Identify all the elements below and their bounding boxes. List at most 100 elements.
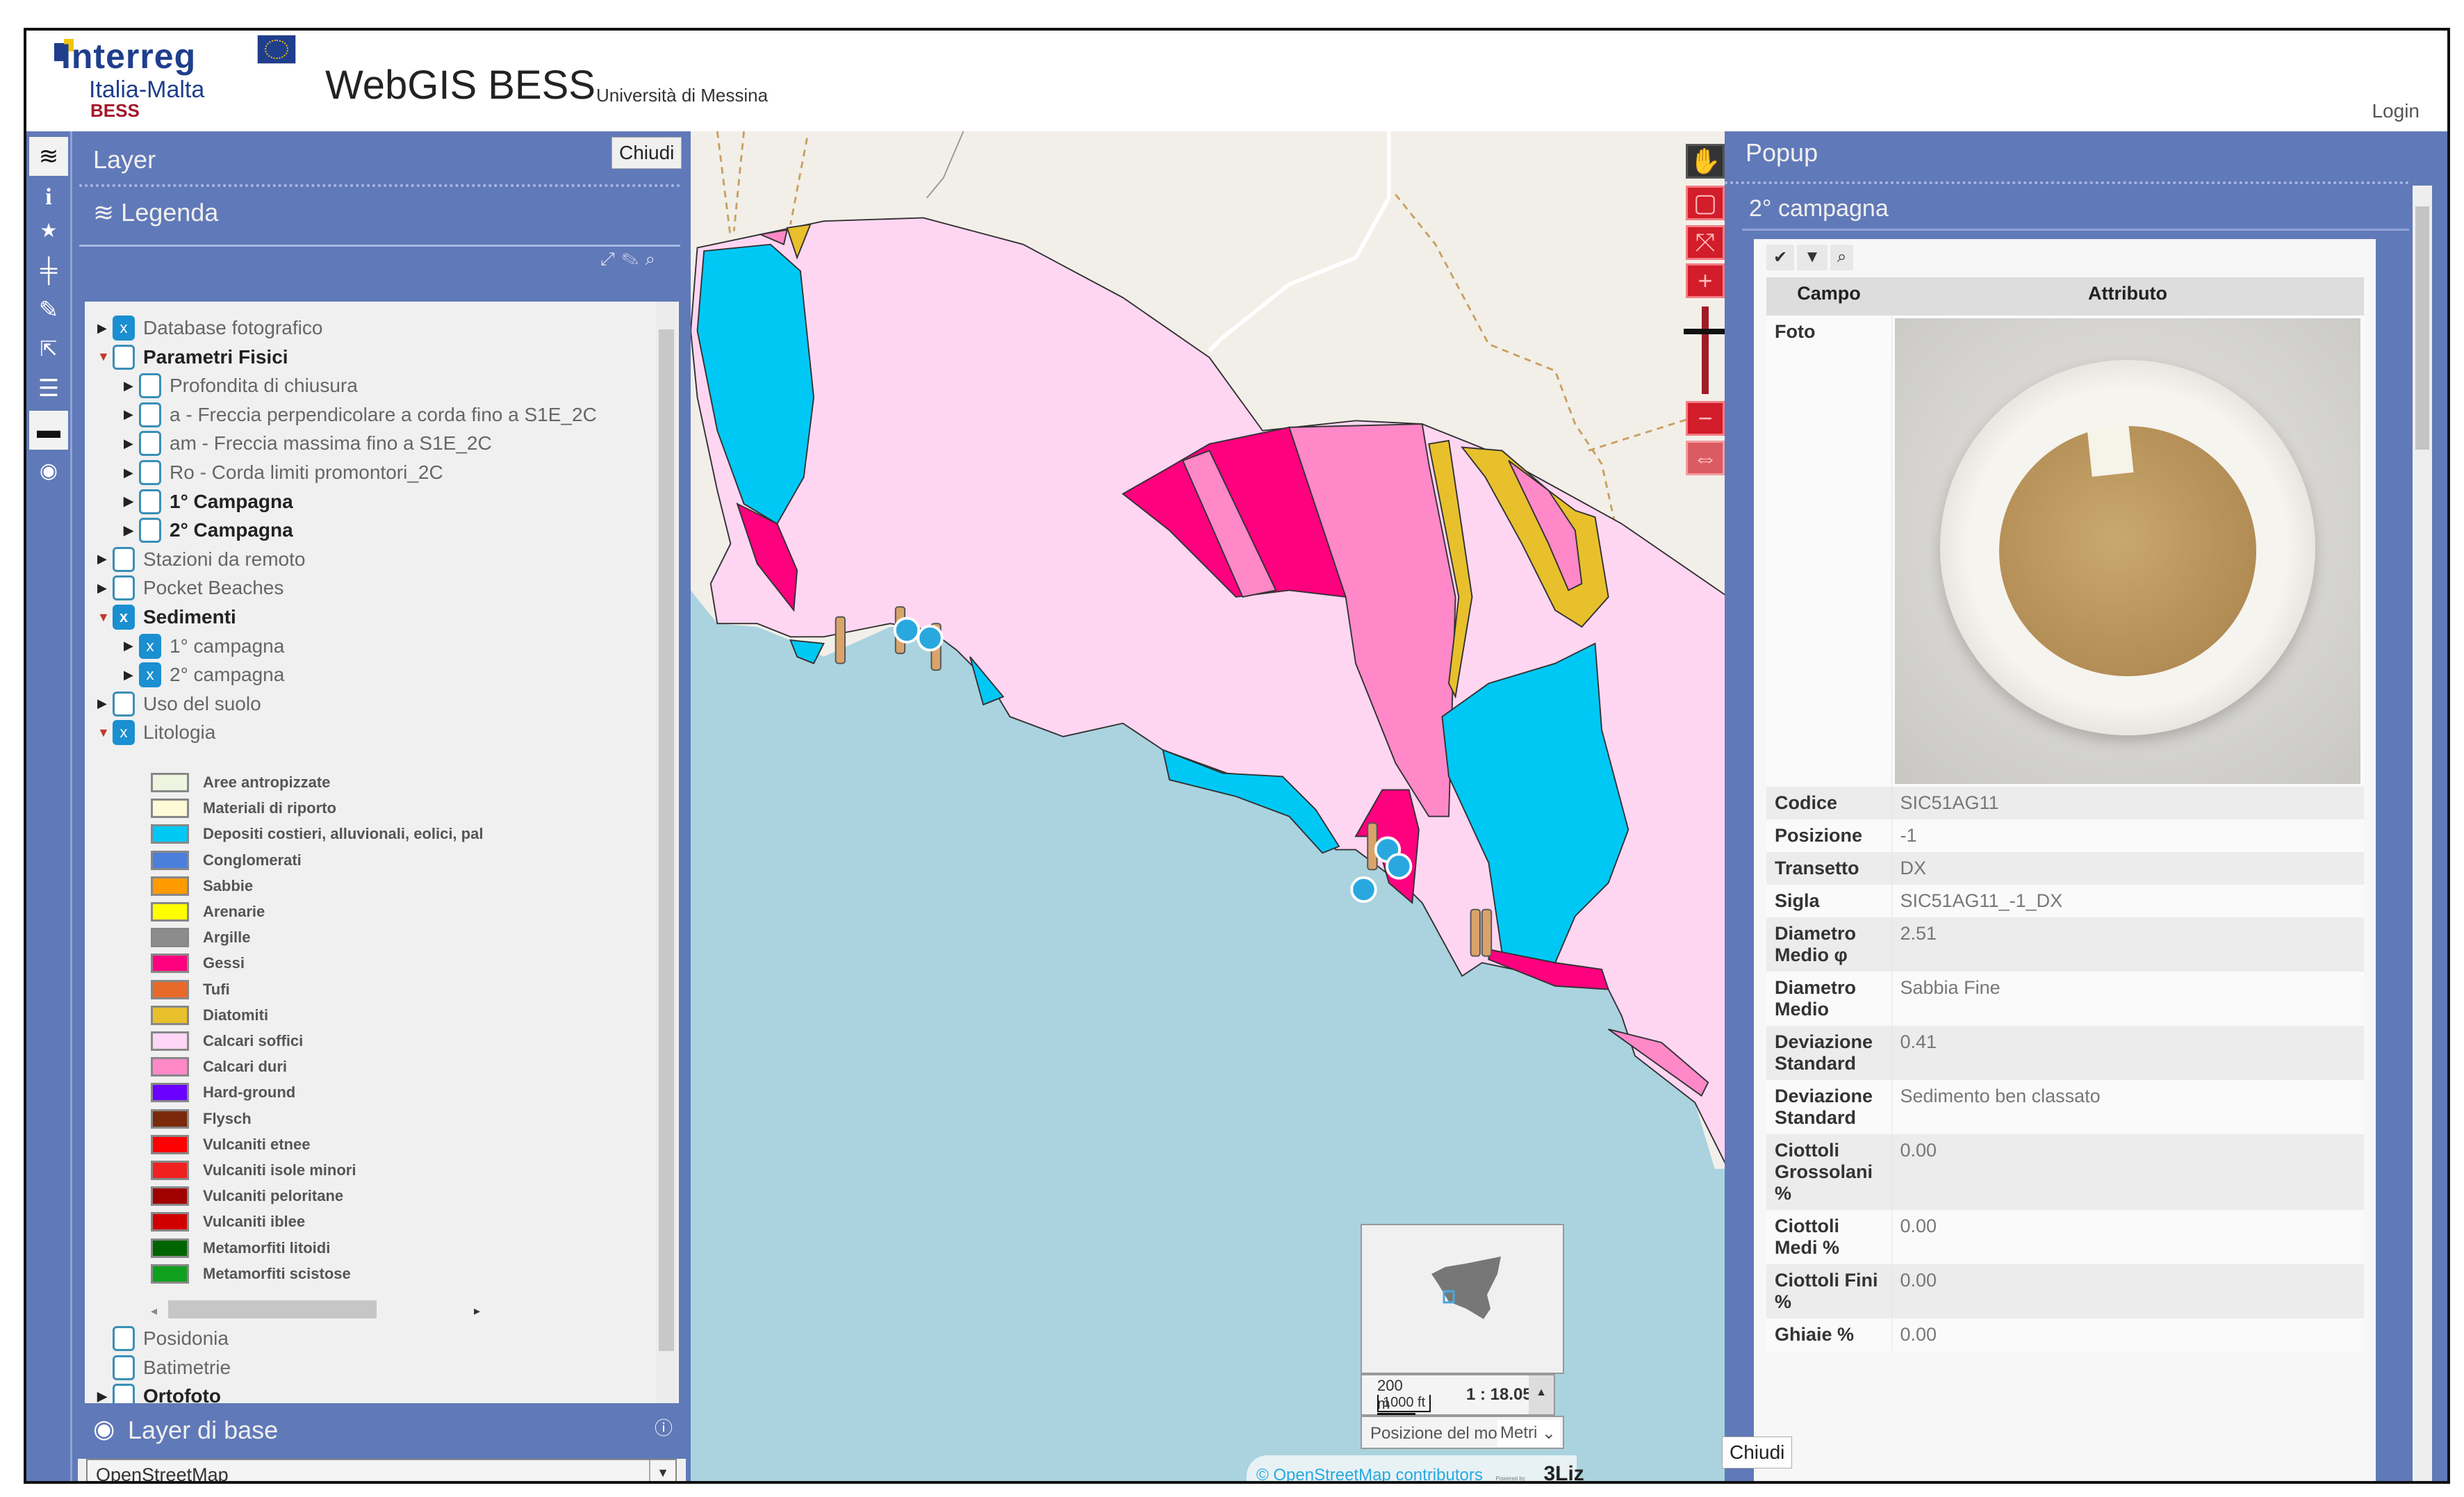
login-link[interactable]: Login xyxy=(2372,100,2420,122)
layer-tree-item[interactable]: ▶ a - Freccia perpendicolare a corda fino… xyxy=(124,401,597,429)
toggle-overview-icon[interactable]: ▲ xyxy=(1529,1375,1554,1414)
zoom-in-icon[interactable]: + xyxy=(1686,263,1725,298)
layer-checkbox[interactable] xyxy=(139,373,161,399)
layer-checkbox[interactable]: x xyxy=(113,720,135,746)
map-svg[interactable] xyxy=(691,131,1725,1484)
layer-tree-item[interactable]: ▶ x 1° campagna xyxy=(124,632,284,660)
star-icon[interactable]: ★ xyxy=(29,216,68,244)
layer-checkbox[interactable] xyxy=(113,1326,135,1351)
zoom-slider[interactable] xyxy=(1702,306,1709,394)
layer-tree-item[interactable]: ▼ Parametri Fisici xyxy=(97,343,288,371)
layer-label: am - Freccia massima fino a S1E_2C xyxy=(170,432,492,455)
caret-right-icon[interactable]: ▶ xyxy=(97,581,113,596)
caret-right-icon[interactable]: ▶ xyxy=(124,523,139,538)
signpost-icon[interactable]: ╪ xyxy=(29,253,68,288)
zoom-slider-handle[interactable] xyxy=(1684,328,1725,334)
horizontal-scrollbar[interactable] xyxy=(168,1300,377,1318)
list-icon[interactable]: ☰ xyxy=(29,371,68,406)
caret-right-icon[interactable]: ▶ xyxy=(124,407,139,422)
scroll-left-icon[interactable]: ◂ xyxy=(151,1304,157,1318)
chevron-down-icon[interactable]: ▼ xyxy=(649,1460,675,1481)
layer-checkbox[interactable] xyxy=(113,691,135,717)
vertical-scrollbar[interactable] xyxy=(656,302,677,1403)
layer-tree-item[interactable]: ▶ am - Freccia massima fino a S1E_2C xyxy=(124,430,492,457)
share-icon[interactable]: ⇱ xyxy=(29,333,68,365)
caret-right-icon[interactable]: ▶ xyxy=(97,696,113,711)
history-icon[interactable]: ⇔ xyxy=(1686,441,1725,475)
layer-tree-item[interactable]: ▶ Profondita di chiusura xyxy=(124,372,358,400)
layer-checkbox[interactable] xyxy=(113,344,135,370)
layer-checkbox[interactable] xyxy=(139,402,161,427)
zoom-extent-icon[interactable]: ⤧ xyxy=(1686,225,1725,260)
layers-icon[interactable]: ≋ xyxy=(29,137,68,176)
layer-checkbox[interactable] xyxy=(113,1384,135,1403)
layer-checkbox[interactable]: x xyxy=(113,316,135,341)
zoom-icon[interactable]: ⌕ xyxy=(1830,245,1854,270)
layer-tree-item[interactable]: ▶ Ro - Corda limiti promontori_2C xyxy=(124,459,443,486)
caret-right-icon[interactable]: ▶ xyxy=(124,436,139,451)
popup-scrollbar[interactable] xyxy=(2413,186,2432,1481)
layer-tree-item[interactable]: ▶ Stazioni da remoto xyxy=(97,546,305,573)
layer-tree-item[interactable]: ▶ Pocket Beaches xyxy=(97,574,284,602)
layer-checkbox[interactable] xyxy=(139,489,161,514)
legend-label: Arenarie xyxy=(203,903,265,920)
scroll-right-icon[interactable]: ▸ xyxy=(474,1304,480,1318)
overview-map[interactable] xyxy=(1361,1224,1564,1374)
layer-checkbox[interactable] xyxy=(113,546,135,572)
layer-tree-item[interactable]: Batimetrie xyxy=(97,1354,231,1382)
base-layer-select[interactable]: OpenStreetMap ▼ xyxy=(86,1459,677,1481)
layer-checkbox[interactable] xyxy=(113,1355,135,1380)
layer-tree-item[interactable]: ▶ 1° Campagna xyxy=(124,488,293,516)
info-icon[interactable]: i xyxy=(29,180,68,215)
close-popup-button[interactable]: Chiudi xyxy=(1722,1437,1793,1469)
caret-down-icon[interactable]: ▼ xyxy=(97,350,113,364)
scrollbar-thumb[interactable] xyxy=(2415,206,2429,450)
zoom-icon[interactable]: ⌕ xyxy=(646,248,663,269)
sediment-photo[interactable] xyxy=(1894,318,2360,784)
layer-tree-item[interactable]: ▶ x Database fotografico xyxy=(97,314,322,342)
layer-tree-item[interactable]: ▶ Ortofoto xyxy=(97,1382,221,1403)
expand-icon[interactable]: ⤢ xyxy=(600,248,622,269)
globe-icon[interactable]: ◉ xyxy=(29,455,68,486)
zoom-box-icon[interactable]: ▢ xyxy=(1686,186,1725,220)
edit-icon[interactable]: ✎ xyxy=(622,248,646,269)
info-icon[interactable]: ⓘ xyxy=(655,1414,673,1440)
camera-marker xyxy=(1350,876,1377,903)
pan-icon[interactable]: ✋ xyxy=(1686,144,1725,179)
layer-checkbox[interactable] xyxy=(113,575,135,601)
layers-icon: ≋ xyxy=(93,198,122,227)
close-layer-panel-button[interactable]: Chiudi xyxy=(611,137,682,169)
layer-tree-item[interactable]: ▶ Uso del suolo xyxy=(97,690,261,718)
layer-tree-item[interactable]: ▼ x Sedimenti xyxy=(97,603,236,631)
layer-tree-item[interactable]: ▶ 2° Campagna xyxy=(124,516,293,544)
caret-right-icon[interactable]: ▶ xyxy=(97,552,113,566)
scrollbar-thumb[interactable] xyxy=(659,329,674,1351)
caret-right-icon[interactable]: ▶ xyxy=(124,379,139,393)
unit-select[interactable]: Metri ⌄ xyxy=(1497,1420,1560,1446)
caret-right-icon[interactable]: ▶ xyxy=(97,321,113,336)
comment-icon[interactable]: ▬ xyxy=(29,411,68,450)
map-canvas[interactable]: ✋ ▢ ⤧ + − ⇔ 200 m 1000 ft 1 : 18.056 ▲ P… xyxy=(691,131,1725,1484)
caret-right-icon[interactable]: ▶ xyxy=(124,639,139,653)
layer-tree-item[interactable]: Posidonia xyxy=(97,1325,229,1352)
filter-icon[interactable]: ▼ xyxy=(1797,245,1828,270)
legend-item: Materiali di riporto xyxy=(151,796,336,820)
check-icon[interactable]: ✔ xyxy=(1766,245,1795,270)
layer-checkbox[interactable] xyxy=(139,460,161,485)
caret-right-icon[interactable]: ▶ xyxy=(124,466,139,480)
caret-down-icon[interactable]: ▼ xyxy=(97,726,113,740)
caret-right-icon[interactable]: ▶ xyxy=(124,494,139,509)
zoom-out-icon[interactable]: − xyxy=(1686,401,1725,436)
caret-right-icon[interactable]: ▶ xyxy=(124,668,139,682)
layer-checkbox[interactable]: x xyxy=(139,633,161,659)
attribution-link[interactable]: © OpenStreetMap contributors xyxy=(1256,1466,1483,1481)
caret-down-icon[interactable]: ▼ xyxy=(97,610,113,625)
layer-checkbox[interactable]: x xyxy=(139,662,161,688)
layer-checkbox[interactable] xyxy=(139,431,161,457)
layer-checkbox[interactable] xyxy=(139,518,161,543)
layer-tree-item[interactable]: ▼ x Litologia xyxy=(97,719,215,746)
measure-icon[interactable]: ✎ xyxy=(29,293,68,327)
layer-checkbox[interactable]: x xyxy=(113,605,135,630)
layer-tree-item[interactable]: ▶ x 2° campagna xyxy=(124,661,284,689)
caret-right-icon[interactable]: ▶ xyxy=(97,1389,113,1403)
